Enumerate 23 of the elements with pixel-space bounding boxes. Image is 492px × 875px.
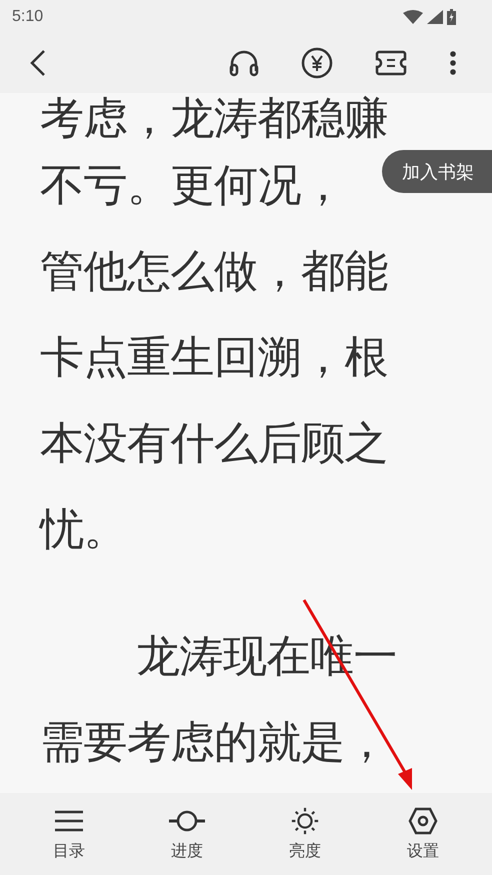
nav-label[interactable]: 进度	[171, 840, 203, 862]
text-line: 本没有什么后顾之	[40, 420, 388, 468]
text-line: 管他怎么做，都能	[40, 248, 388, 296]
nav-label[interactable]: 亮度	[289, 840, 321, 862]
text-line: 需要考虑的就是，	[40, 718, 388, 768]
signal-icon	[427, 10, 443, 24]
text-line: 卡点重生回溯，根	[40, 334, 388, 382]
yen-coin-icon[interactable]	[301, 47, 333, 79]
text-line: 考虑，龙涛都稳赚	[40, 94, 388, 144]
headphones-icon[interactable]	[229, 49, 259, 77]
status-time: 5:10	[12, 8, 44, 26]
add-to-shelf-button[interactable]: 加入书架	[382, 150, 492, 193]
text-line: 不亏。更何况，	[40, 162, 344, 210]
nav-label[interactable]: 设置	[407, 840, 439, 862]
wifi-icon	[403, 10, 423, 24]
nav-label[interactable]: 目录	[53, 840, 85, 862]
brightness-icon[interactable]	[289, 806, 321, 834]
battery-icon	[447, 8, 456, 24]
back-icon[interactable]	[30, 49, 46, 77]
settings-icon[interactable]	[408, 806, 438, 834]
text-line: 忧。	[40, 506, 127, 554]
ticket-icon[interactable]	[375, 49, 407, 77]
more-icon[interactable]	[449, 50, 457, 76]
